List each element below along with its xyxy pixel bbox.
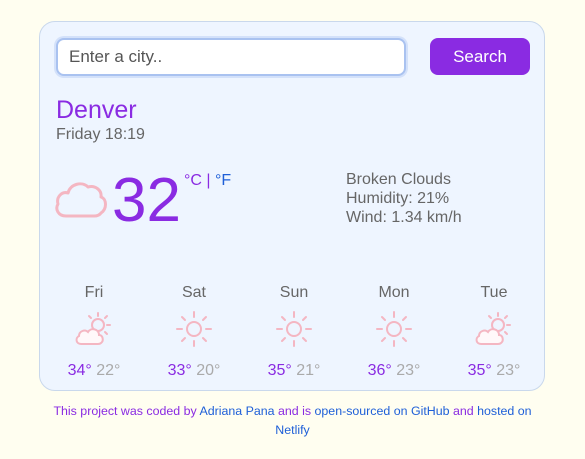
github-link[interactable]: open-sourced on GitHub (315, 404, 450, 418)
city-search-input[interactable] (56, 38, 406, 76)
forecast-day: Sun 35° 21° (244, 283, 344, 381)
weather-card: Search Denver Friday 18:19 32 °C | °F Br… (39, 21, 545, 391)
forecast-day-name: Fri (84, 284, 104, 301)
cloud-icon (55, 182, 107, 218)
forecast-min-temp: 22° (96, 362, 121, 379)
forecast-day-name: Sat (181, 284, 206, 301)
forecast-max-temp: 36° (367, 362, 392, 379)
forecast-max-temp: 35° (467, 362, 492, 379)
footer-text: This project was coded by (53, 404, 200, 418)
search-button[interactable]: Search (430, 38, 530, 75)
forecast-max-temp: 33° (167, 362, 192, 379)
current-datetime: Friday 18:19 (56, 126, 145, 143)
forecast-max-temp: 35° (267, 362, 292, 379)
current-temperature: 32 (112, 166, 181, 235)
humidity: Humidity: 21% (346, 190, 450, 207)
footer-text: and is (274, 404, 315, 418)
sun-icon (276, 311, 312, 347)
city-name: Denver (56, 96, 137, 124)
sun-icon (176, 311, 212, 347)
footer-text: and (449, 404, 478, 418)
author-link[interactable]: Adriana Pana (199, 404, 274, 418)
forecast-day-name: Sun (279, 284, 309, 301)
celsius-link[interactable]: °C (184, 172, 202, 189)
forecast-min-temp: 23° (496, 362, 521, 379)
forecast-day: Fri 34° 22° (44, 283, 144, 381)
weather-description: Broken Clouds (346, 171, 451, 188)
forecast-day-name: Tue (480, 284, 508, 301)
footer: This project was coded by Adriana Pana a… (40, 402, 545, 439)
forecast-min-temp: 20° (196, 362, 221, 379)
forecast-day: Mon 36° 23° (344, 283, 444, 381)
forecast-max-temp: 34° (67, 362, 92, 379)
fahrenheit-link[interactable]: °F (215, 172, 231, 189)
unit-toggle: °C | °F (184, 173, 231, 189)
partly-cloudy-icon (75, 312, 111, 345)
forecast-day: Sat 33° 20° (144, 283, 244, 381)
unit-separator: | (206, 172, 211, 189)
forecast-day-name: Mon (378, 284, 410, 301)
forecast-day: Tue 35° 23° (444, 283, 544, 381)
forecast-min-temp: 21° (296, 362, 321, 379)
wind-speed: Wind: 1.34 km/h (346, 209, 462, 226)
forecast-min-temp: 23° (396, 362, 421, 379)
sun-icon (376, 311, 412, 347)
weather-details: Broken Clouds Humidity: 21% Wind: 1.34 k… (346, 170, 462, 227)
forecast: Fri 34° 22° Sat 33° 20° Sun 35° 21° Mon … (44, 283, 544, 381)
partly-cloudy-icon (475, 312, 511, 345)
